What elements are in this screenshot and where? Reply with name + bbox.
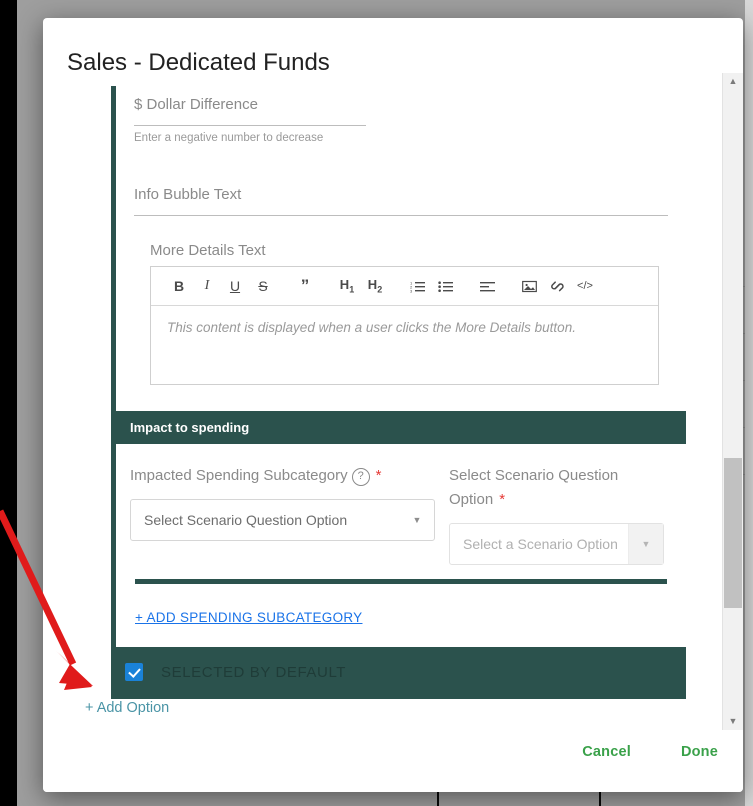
strikethrough-icon[interactable]: S — [249, 272, 277, 300]
italic-icon[interactable]: I — [193, 272, 221, 300]
align-icon[interactable] — [473, 272, 501, 300]
selected-by-default-row[interactable]: SELECTED BY DEFAULT — [111, 647, 686, 699]
done-button[interactable]: Done — [681, 744, 718, 760]
impacted-subcategory-column: Impacted Spending Subcategory? * Select S… — [130, 444, 435, 565]
scenario-option-column: Select Scenario Question Option * Select … — [449, 444, 664, 565]
info-bubble-field[interactable]: Info Bubble Text — [116, 144, 686, 216]
impact-to-spending-body: Impacted Spending Subcategory? * Select S… — [116, 444, 686, 565]
scroll-down-arrow-icon[interactable]: ▼ — [723, 713, 743, 730]
dialog-scrollbar[interactable]: ▲ ▼ — [722, 73, 743, 730]
option-card: $ Dollar Difference Enter a negative num… — [111, 86, 686, 699]
scenario-option-label: Select Scenario Question Option * — [449, 444, 664, 512]
selected-by-default-checkbox[interactable] — [125, 663, 143, 681]
selected-by-default-label: SELECTED BY DEFAULT — [161, 663, 347, 681]
dollar-difference-field[interactable]: $ Dollar Difference Enter a negative num… — [116, 86, 686, 144]
info-bubble-label: Info Bubble Text — [134, 186, 242, 203]
underline-icon[interactable]: U — [221, 272, 249, 300]
rich-text-placeholder[interactable]: This content is displayed when a user cl… — [151, 306, 658, 384]
dialog-footer: Cancel Done — [43, 730, 743, 792]
dialog-scroll-body: $ Dollar Difference Enter a negative num… — [43, 73, 743, 730]
scroll-up-arrow-icon[interactable]: ▲ — [723, 73, 743, 90]
chevron-down-icon: ▼ — [628, 524, 663, 564]
impacted-subcategory-label-text: Impacted Spending Subcategory — [130, 467, 348, 484]
chevron-down-icon: ▼ — [412, 515, 422, 525]
help-circle-icon[interactable]: ? — [351, 468, 370, 486]
scenario-option-select[interactable]: Select a Scenario Option ▼ — [449, 523, 664, 565]
rich-text-editor: B I U S ” H1 H2 1 2 3 </> This content i… — [150, 266, 659, 385]
info-bubble-underline — [134, 215, 668, 216]
blockquote-icon[interactable]: ” — [291, 272, 319, 300]
cancel-button[interactable]: Cancel — [582, 744, 631, 760]
heading-2-icon[interactable]: H2 — [361, 272, 389, 300]
dialog: Sales - Dedicated Funds $ Dollar Differe… — [43, 18, 743, 792]
unordered-list-icon[interactable] — [431, 272, 459, 300]
more-details-field: More Details Text B I U S ” H1 H2 1 2 3 … — [116, 216, 686, 385]
impact-to-spending-header: Impact to spending — [116, 411, 686, 444]
option-card-inner: $ Dollar Difference Enter a negative num… — [111, 86, 686, 647]
dollar-difference-label: $ Dollar Difference — [134, 96, 258, 113]
scenario-option-label-text: Select Scenario Question Option — [449, 467, 619, 508]
bold-icon[interactable]: B — [165, 272, 193, 300]
dollar-difference-hint: Enter a negative number to decrease — [134, 132, 324, 144]
scrollbar-thumb[interactable] — [724, 458, 742, 608]
heading-1-icon[interactable]: H1 — [333, 272, 361, 300]
add-spending-subcategory-link[interactable]: + ADD SPENDING SUBCATEGORY — [116, 584, 362, 647]
add-option-link[interactable]: + Add Option — [85, 700, 169, 716]
rich-text-toolbar: B I U S ” H1 H2 1 2 3 </> — [151, 267, 658, 306]
impacted-subcategory-label: Impacted Spending Subcategory? * — [130, 444, 435, 488]
required-asterisk: * — [499, 491, 506, 508]
required-asterisk: * — [375, 467, 382, 484]
image-icon[interactable] — [515, 272, 543, 300]
code-icon[interactable]: </> — [571, 272, 599, 300]
svg-text:3: 3 — [410, 288, 413, 293]
impacted-subcategory-value: Select Scenario Question Option — [144, 512, 348, 528]
page-scrollbar[interactable] — [745, 0, 753, 806]
more-details-label: More Details Text — [150, 242, 266, 259]
impacted-subcategory-select[interactable]: Select Scenario Question Option ▼ — [130, 499, 435, 541]
screen: < S D ? M Am $4 $2 $ Sales - Dedicated F… — [0, 0, 753, 806]
ordered-list-icon[interactable]: 1 2 3 — [403, 272, 431, 300]
scenario-option-value: Select a Scenario Option — [463, 536, 618, 552]
link-icon[interactable] — [543, 272, 571, 300]
